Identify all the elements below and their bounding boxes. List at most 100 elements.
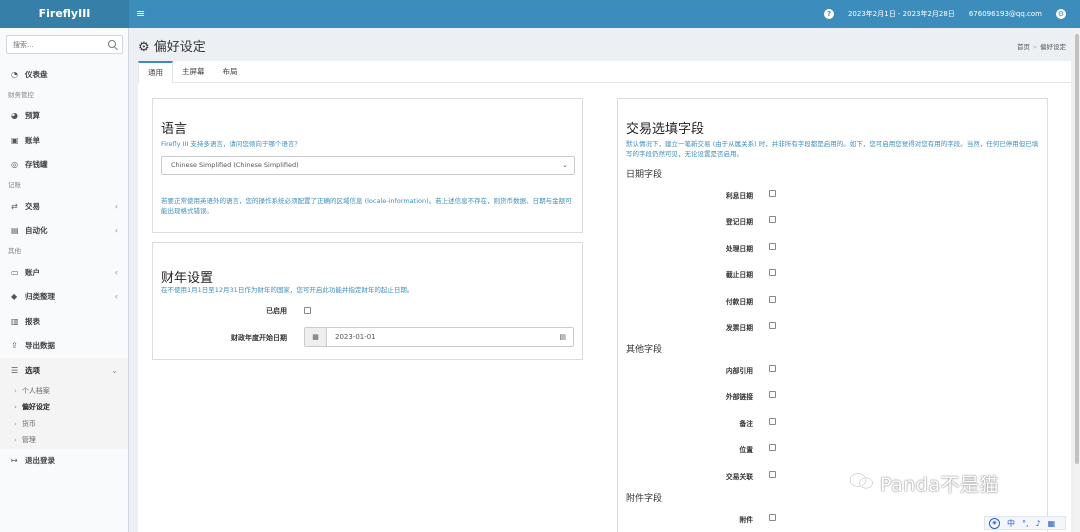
sidebar-subitem-profile[interactable]: › 个人档案: [0, 383, 128, 400]
sidebar-item-label: 报表: [25, 316, 40, 326]
grid-icon[interactable]: ▦: [1048, 519, 1056, 528]
attachment-fields-header: 附件字段: [626, 494, 663, 504]
ime-toolbar[interactable]: ◉ 中 °, ♪ ▦: [984, 516, 1066, 530]
sidebar-item-budgets[interactable]: ◕ 预算: [0, 104, 128, 129]
microphone-icon[interactable]: ♪: [1036, 519, 1041, 528]
sidebar-item-label: 自动化: [25, 226, 48, 236]
credit-card-icon: ▭: [11, 267, 19, 277]
checkbox-book-date[interactable]: [769, 216, 776, 223]
sidebar-subitem-label: 偏好设定: [21, 403, 50, 411]
sidebar-item-reports[interactable]: ▥ 报表: [0, 309, 128, 334]
sidebar-subitem-label: 个人档案: [21, 386, 50, 395]
language-select-value: Chinese Simplified (Chinese Simplified): [171, 161, 299, 169]
tab-home-screen[interactable]: 主屏幕: [173, 61, 214, 82]
sidebar-item-piggy-banks[interactable]: ◎ 存钱罐: [0, 153, 128, 178]
optional-fields-help: 默认情况下，建立一笔新交易 (由于从属关系) 时，并非所有字段都是启用的。如下，…: [626, 140, 1039, 158]
checkbox-internal-reference[interactable]: [769, 365, 776, 372]
sidebar-item-accounts[interactable]: ▭ 账户 ‹: [0, 260, 128, 285]
field-label-attachments: 附件: [739, 516, 753, 524]
checkbox-invoice-date[interactable]: [769, 322, 776, 329]
ime-language[interactable]: 中: [1007, 518, 1015, 529]
field-label-external-url: 外部链接: [725, 393, 753, 401]
fiscal-help: 在不使用1月1日至12月31日作为财年的国家，您可开启此功能并指定财年的起止日期…: [161, 286, 414, 294]
field-label-notes: 备注: [739, 420, 753, 428]
menu-toggle-icon[interactable]: ≡: [136, 7, 145, 21]
sliders-icon: ☰: [11, 365, 19, 375]
fiscal-start-value: 2023-01-01: [335, 333, 376, 341]
fiscal-title: 财年设置: [161, 271, 214, 286]
chevron-right-icon: ›: [14, 436, 17, 444]
checkbox-attachments[interactable]: [769, 514, 776, 521]
field-label-interest-date: 利息日期: [725, 192, 753, 200]
sidebar-item-options[interactable]: ☰ 选项 ⌄: [0, 358, 128, 383]
field-label-due-date: 截止日期: [725, 271, 753, 279]
sidebar-item-classification[interactable]: ◆ 归类整理 ‹: [0, 285, 128, 310]
checkbox-interest-date[interactable]: [769, 190, 776, 197]
sidebar: ◔仪表盘 财务管控 ◕预算 ▣账单 ◎存钱罐 记账 ⇄交易‹ ▤自动化‹ 其他 …: [0, 28, 129, 532]
robot-icon: ▤: [11, 226, 19, 236]
main-content: ⚙ 偏好设定 首页» 偏好设定 通用 主屏幕 布局 语言 Firefly III …: [129, 28, 1080, 532]
user-email[interactable]: 676096193@qq.com: [969, 10, 1042, 18]
search-input[interactable]: [7, 36, 103, 53]
chevron-left-icon: ‹: [114, 226, 118, 236]
sidebar-item-transactions[interactable]: ⇄ 交易 ‹: [0, 194, 128, 219]
tag-icon: ◆: [11, 292, 18, 302]
language-box: 语言 Firefly III 支持多语言，请问您倾向于哪个语言？ Chinese…: [152, 98, 583, 233]
ime-logo-icon[interactable]: ◉: [989, 517, 1000, 529]
sidebar-subitem-admin[interactable]: › 管理: [0, 432, 128, 449]
sidebar-item-automation[interactable]: ▤ 自动化 ‹: [0, 219, 128, 244]
chevron-right-icon: ›: [14, 403, 17, 411]
tab-general[interactable]: 通用: [138, 61, 173, 83]
checkbox-links[interactable]: [769, 471, 776, 478]
breadcrumb-home[interactable]: 首页: [1017, 43, 1030, 51]
sidebar-item-label: 预算: [25, 111, 40, 121]
search-icon[interactable]: [108, 40, 116, 48]
calendar-picker-icon[interactable]: ▤: [559, 328, 566, 346]
fiscal-enabled-checkbox[interactable]: [304, 307, 311, 314]
sidebar-item-label: 交易: [25, 201, 40, 211]
language-select[interactable]: Chinese Simplified (Chinese Simplified) …: [161, 156, 575, 175]
date-range-picker[interactable]: 2023年2月1日 - 2023年2月28日: [848, 9, 955, 19]
sidebar-subitem-currency[interactable]: › 货币: [0, 416, 128, 433]
checkbox-external-url[interactable]: [769, 391, 776, 398]
dashboard-icon: ◔: [11, 69, 18, 79]
settings-icon[interactable]: ⚙: [1056, 9, 1066, 19]
sidebar-item-bills[interactable]: ▣ 账单: [0, 128, 128, 153]
sidebar-item-label: 账户: [25, 267, 40, 277]
chevron-down-icon: ⌄: [562, 161, 568, 169]
top-right-controls: ? 2023年2月1日 - 2023年2月28日 676096193@qq.co…: [823, 0, 1066, 28]
ime-punctuation-icon[interactable]: °,: [1022, 519, 1029, 528]
date-fields-header: 日期字段: [626, 170, 663, 180]
chevron-left-icon: ‹: [114, 201, 118, 211]
checkbox-process-date[interactable]: [769, 243, 776, 250]
tab-layout[interactable]: 布局: [214, 61, 247, 82]
checkbox-due-date[interactable]: [769, 269, 776, 276]
options-submenu: › 个人档案 › 偏好设定 › 货币 › 管理: [0, 382, 128, 449]
exchange-icon: ⇄: [11, 201, 18, 211]
bar-chart-icon: ▥: [11, 316, 19, 326]
optional-fields-title: 交易选填字段: [626, 122, 705, 137]
breadcrumb-separator: »: [1033, 43, 1037, 51]
sign-out-icon: ↦: [11, 456, 18, 466]
fiscal-start-date-input[interactable]: ▦ 2023-01-01 ▤: [304, 327, 574, 347]
other-fields-header: 其他字段: [626, 345, 663, 355]
wechat-icon: [849, 472, 874, 489]
help-icon[interactable]: ?: [823, 9, 834, 19]
sidebar-header-others: 其他: [8, 247, 21, 255]
sidebar-item-logout[interactable]: ↦ 退出登录: [0, 449, 128, 474]
checkbox-location[interactable]: [769, 444, 776, 451]
sidebar-item-export[interactable]: ⇪ 导出数据: [0, 334, 128, 359]
page-scrollbar[interactable]: [1074, 28, 1080, 532]
sidebar-subitem-preferences[interactable]: › 偏好设定: [0, 399, 128, 416]
sidebar-header-records: 记账: [8, 181, 21, 189]
app-logo[interactable]: FireflyIII: [0, 0, 129, 28]
sidebar-item-dashboard[interactable]: ◔ 仪表盘: [0, 62, 128, 87]
checkbox-payment-date[interactable]: [769, 296, 776, 303]
sidebar-search: [6, 35, 123, 54]
breadcrumb: 首页» 偏好设定: [1017, 41, 1066, 51]
upload-icon: ⇪: [11, 341, 18, 351]
sidebar-item-label: 仪表盘: [25, 69, 48, 79]
top-navbar: FireflyIII ≡ ? 2023年2月1日 - 2023年2月28日 67…: [0, 0, 1080, 28]
checkbox-notes[interactable]: [769, 418, 776, 425]
scrollbar-thumb[interactable]: [1075, 34, 1079, 464]
